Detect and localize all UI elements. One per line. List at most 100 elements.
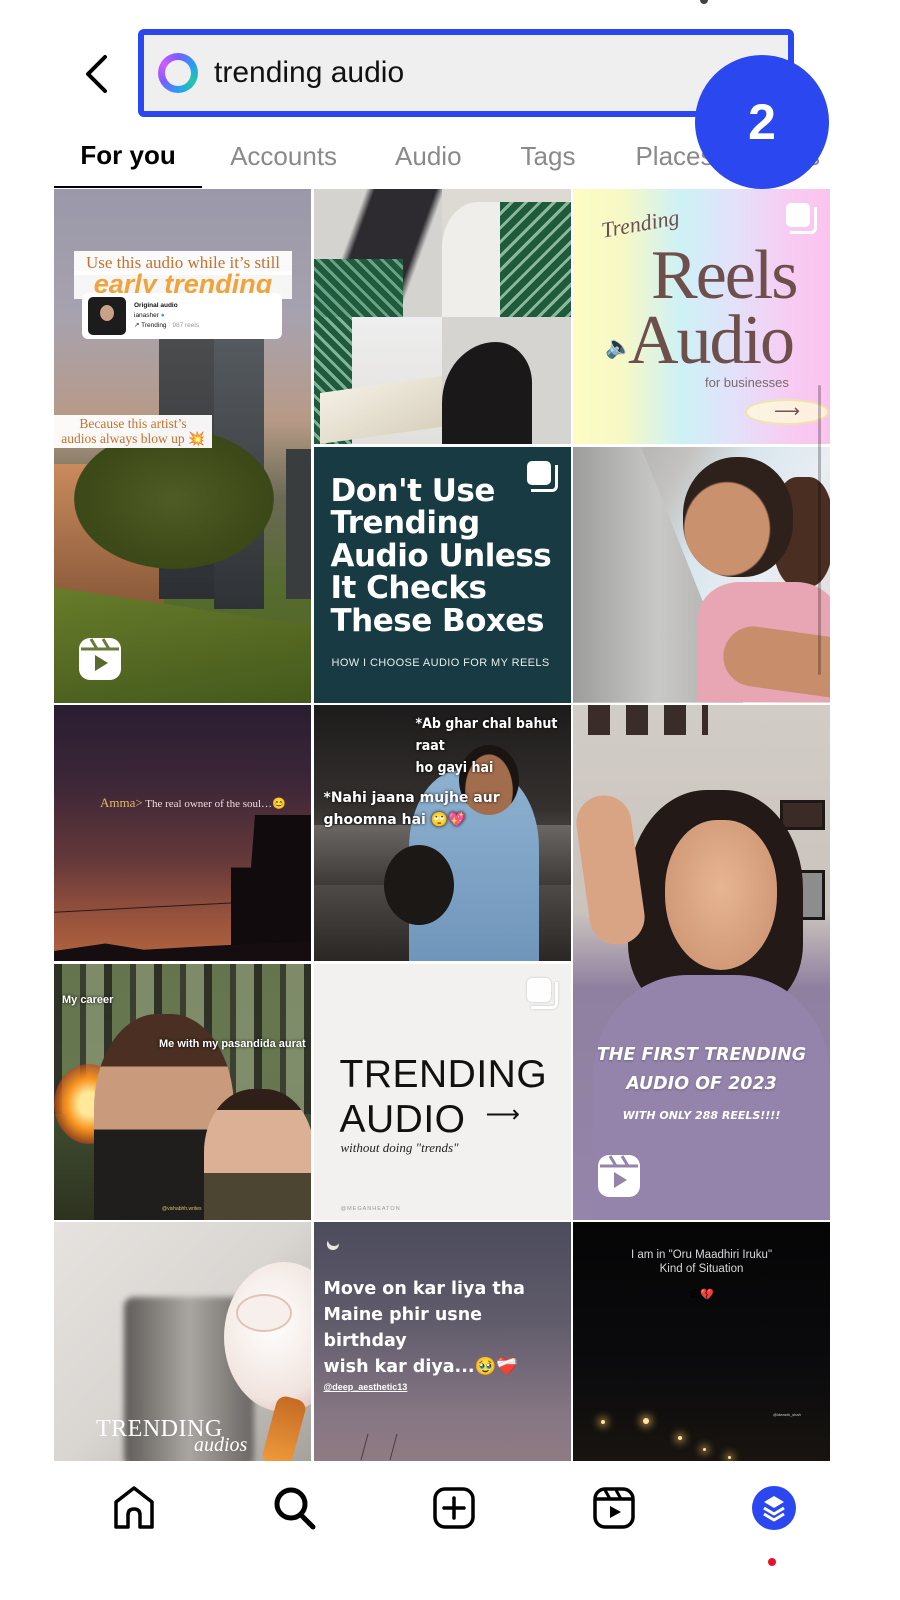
text-line: birthday xyxy=(323,1331,407,1351)
post-title: Reels xyxy=(651,237,799,314)
status-indicator xyxy=(700,0,708,4)
text-line: Move on kar liya tha xyxy=(323,1279,526,1299)
grid-post-amma-sunset[interactable]: Amma> The real owner of the soul…😊 xyxy=(54,705,311,961)
arrow-right-icon: ⟶ xyxy=(485,1100,520,1128)
text-line: ho gayi hai xyxy=(415,760,494,776)
verified-icon: ● xyxy=(160,312,165,319)
post-text: Move on kar liya tha Maine phir usne bir… xyxy=(324,1276,526,1380)
tab-audio[interactable]: Audio xyxy=(366,124,491,188)
nav-search-button[interactable] xyxy=(264,1478,324,1538)
scrollbar[interactable] xyxy=(818,385,821,675)
hand-shape xyxy=(573,791,649,949)
watermark: @vishabhh.writes xyxy=(162,1205,202,1212)
tree-shape xyxy=(74,429,274,569)
meta-ai-ring-icon[interactable] xyxy=(158,53,198,93)
post-title: Audio xyxy=(628,302,795,379)
grid-post-first-trending-audio-2023[interactable]: THE FIRST TRENDING AUDIO OF 2023 WITH ON… xyxy=(573,705,830,1220)
carousel-icon xyxy=(786,203,817,234)
back-button[interactable] xyxy=(78,52,114,96)
grid-post-photo-collage[interactable] xyxy=(313,189,571,444)
audio-card: Original audio ianasher ● ↗ Trending · 9… xyxy=(82,293,282,339)
grid-post-selfie[interactable] xyxy=(573,446,830,703)
headline-line: It Checks xyxy=(330,570,487,606)
collage-photo xyxy=(313,316,442,444)
notification-dot xyxy=(768,1558,776,1566)
post-subtitle: without doing "trends" xyxy=(340,1139,459,1155)
bottom-navigation xyxy=(54,1461,844,1600)
audio-card-user: ianasher xyxy=(134,312,159,319)
search-input[interactable] xyxy=(214,56,684,90)
post-subtitle: HOW I CHOOSE AUDIO FOR MY REELS xyxy=(331,656,550,669)
carousel-icon xyxy=(526,977,558,1009)
text-line: Maine phir usne xyxy=(323,1305,483,1325)
text-line: Kind of Situation xyxy=(659,1263,744,1275)
street-light xyxy=(703,1448,706,1451)
grid-post-station-couple[interactable]: *Ab ghar chal bahut raat ho gayi hai *Na… xyxy=(313,705,571,961)
grid-post-oru-maadhiri-iruku[interactable]: I am in "Oru Maadhiri Iruku" Kind of Sit… xyxy=(573,1222,830,1462)
audio-card-trending: ↗ Trending xyxy=(134,322,167,329)
audio-card-title: Original audio xyxy=(134,302,178,309)
headline-line: These Boxes xyxy=(330,602,545,639)
reels-icon xyxy=(598,1154,640,1197)
street-light xyxy=(601,1420,605,1424)
grid-post-reels-audio-businesses[interactable]: Trending Reels Audio 🔈 for businesses ⟶ xyxy=(573,189,830,444)
collage-photo xyxy=(442,189,571,317)
avatar xyxy=(88,297,126,335)
grid-post-meme-career[interactable]: My career Me with my pasandida aurat @vi… xyxy=(54,963,311,1220)
watermark: @ideasth_shah xyxy=(773,1412,801,1417)
nav-create-button[interactable] xyxy=(424,1478,484,1538)
carousel-icon xyxy=(526,460,558,492)
search-bar[interactable] xyxy=(138,29,794,117)
caption-line: Because this artist’s xyxy=(79,416,187,431)
building-shape xyxy=(286,449,311,599)
street-light xyxy=(728,1456,731,1459)
person-shape xyxy=(204,1088,311,1220)
text-line: ghoomna hai 🙄💖 xyxy=(323,812,466,828)
post-handle: @deep_aesthetic13 xyxy=(323,1382,408,1392)
nav-reels-button[interactable] xyxy=(584,1478,644,1538)
watermark: @MEGANHEATON xyxy=(340,1205,401,1212)
home-icon xyxy=(114,1486,154,1529)
post-headline: THE FIRST TRENDING AUDIO OF 2023 xyxy=(573,1041,830,1099)
teapot-lid xyxy=(236,1294,292,1332)
post-text-prefix: Amma> xyxy=(100,795,143,810)
grid-post-trending-audios-teapot[interactable]: TRENDING audios xyxy=(54,1222,311,1462)
caption-line: audios always blow up 💥 xyxy=(61,431,205,446)
reels-icon xyxy=(593,1487,635,1529)
post-text: *Nahi jaana mujhe aur ghoomna hai 🙄💖 xyxy=(324,787,500,831)
building-silhouette xyxy=(231,815,311,961)
speaker-icon: 🔈 xyxy=(605,334,633,359)
title-line: TRENDING xyxy=(339,1052,548,1096)
headline-line: THE FIRST TRENDING xyxy=(596,1045,807,1065)
headline-line: Don't Use xyxy=(330,472,496,509)
moon-icon xyxy=(325,1232,341,1248)
grid-post-dont-use-trending-audio[interactable]: Don't Use Trending Audio Unless It Check… xyxy=(313,446,571,703)
nav-home-button[interactable] xyxy=(104,1478,164,1538)
post-caption: Because this artist’s audios always blow… xyxy=(54,415,212,448)
meme-label: Me with my pasandida aurat xyxy=(159,1037,306,1050)
tab-for-you[interactable]: For you xyxy=(54,124,203,188)
text-line: *Ab ghar chal bahut raat xyxy=(415,716,558,754)
street-light xyxy=(678,1436,682,1440)
post-text: *Ab ghar chal bahut raat ho gayi hai xyxy=(416,713,571,779)
tab-tags[interactable]: Tags xyxy=(491,124,606,188)
post-text-body: The real owner of the soul…😊 xyxy=(142,798,286,810)
meme-label: My career xyxy=(62,993,114,1006)
post-emoji: 😩💔 xyxy=(688,1289,715,1301)
post-text: Amma> The real owner of the soul…😊 xyxy=(100,795,286,811)
search-icon xyxy=(274,1487,316,1530)
post-text: I am in "Oru Maadhiri Iruku" Kind of Sit… xyxy=(573,1248,830,1276)
plus-square-icon xyxy=(433,1487,475,1529)
headline-line: Audio Unless xyxy=(330,537,552,574)
grid-post-reel-early-trending[interactable]: Use this audio while it’s still early tr… xyxy=(54,189,311,703)
grid-post-trending-audio-without-trends[interactable]: TRENDING AUDIO ⟶ without doing "trends" … xyxy=(313,963,571,1220)
tree-silhouette xyxy=(360,1434,397,1460)
tab-accounts[interactable]: Accounts xyxy=(202,124,366,188)
buffer-layers-icon xyxy=(752,1486,796,1530)
step-number-badge: 2 xyxy=(695,55,829,189)
text-line: I am in "Oru Maadhiri Iruku" xyxy=(630,1249,773,1261)
grid-post-move-on[interactable]: Move on kar liya tha Maine phir usne bir… xyxy=(313,1222,571,1462)
collage-photo xyxy=(313,189,442,317)
nav-profile-button[interactable] xyxy=(744,1478,804,1566)
headline-line: AUDIO OF 2023 xyxy=(626,1074,777,1094)
